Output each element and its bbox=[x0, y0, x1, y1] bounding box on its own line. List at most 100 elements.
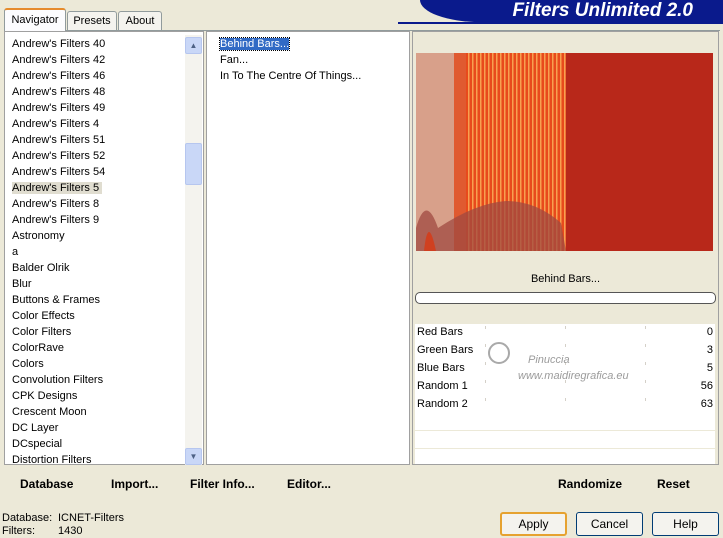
category-item-label: Andrew's Filters 51 bbox=[12, 134, 106, 146]
category-item[interactable]: Andrew's Filters 4 bbox=[5, 116, 185, 132]
parameter-slider-row[interactable]: Random 2 63 bbox=[415, 396, 715, 414]
reset-link[interactable]: Reset bbox=[657, 477, 690, 491]
watermark: Pinuccia www.maidiregrafica.eu bbox=[488, 342, 629, 386]
tab-about[interactable]: About bbox=[118, 11, 162, 30]
parameter-name: Random 1 bbox=[417, 380, 468, 392]
filter-item[interactable]: Fan... bbox=[207, 52, 407, 68]
parameter-name: Green Bars bbox=[417, 344, 474, 356]
app-banner: Filters Unlimited 2.0 bbox=[420, 0, 723, 22]
filter-list-panel: Behind Bars... Fan... In To The Centre Of … bbox=[206, 31, 410, 465]
category-item[interactable]: CPK Designs bbox=[5, 388, 185, 404]
category-item[interactable]: Color Filters bbox=[5, 324, 185, 340]
parameter-slider-row[interactable]: Red Bars 0 bbox=[415, 324, 715, 342]
parameter-value: 63 bbox=[700, 398, 713, 410]
scroll-up-icon[interactable]: ▲ bbox=[185, 37, 202, 54]
category-item-label: Crescent Moon bbox=[12, 406, 87, 418]
category-item[interactable]: Andrew's Filters 49 bbox=[5, 100, 185, 116]
editor-link[interactable]: Editor... bbox=[287, 477, 331, 491]
category-item[interactable]: Astronomy bbox=[5, 228, 185, 244]
category-item[interactable]: Convolution Filters bbox=[5, 372, 185, 388]
category-item[interactable]: Andrew's Filters 48 bbox=[5, 84, 185, 100]
slider-tick bbox=[485, 380, 486, 383]
database-link[interactable]: Database bbox=[20, 477, 73, 491]
category-item[interactable]: Distortion Filters bbox=[5, 452, 185, 468]
category-list: Andrew's Filters 40 Andrew's Filters 42 An… bbox=[5, 36, 185, 468]
category-item[interactable]: Andrew's Filters 5 bbox=[5, 180, 185, 196]
help-button[interactable]: Help bbox=[652, 512, 719, 536]
slider-tick bbox=[645, 362, 646, 365]
category-item-label: a bbox=[12, 246, 19, 258]
slider-tick bbox=[565, 398, 566, 401]
filter-item-label: In To The Centre Of Things... bbox=[220, 70, 362, 82]
category-item-label: Colors bbox=[12, 358, 44, 370]
category-item-label: Balder Olrik bbox=[12, 262, 70, 274]
parameter-name: Random 2 bbox=[417, 398, 468, 410]
tab-presets[interactable]: Presets bbox=[67, 11, 117, 30]
category-item-label: Andrew's Filters 40 bbox=[12, 38, 106, 50]
database-status-value: ICNET-Filters bbox=[58, 512, 124, 524]
category-item[interactable]: Buttons & Frames bbox=[5, 292, 185, 308]
category-item-label: DCspecial bbox=[12, 438, 63, 450]
category-item[interactable]: Colors bbox=[5, 356, 185, 372]
empty-param-row bbox=[415, 413, 715, 431]
filter-item-label: Behind Bars... bbox=[218, 37, 291, 51]
scroll-thumb[interactable] bbox=[185, 143, 202, 185]
category-item[interactable]: a bbox=[5, 244, 185, 260]
parameter-value: 0 bbox=[706, 326, 713, 338]
category-item[interactable]: Color Effects bbox=[5, 308, 185, 324]
category-item[interactable]: Andrew's Filters 46 bbox=[5, 68, 185, 84]
category-item[interactable]: Blur bbox=[5, 276, 185, 292]
preview-filter-title: Behind Bars... bbox=[530, 273, 601, 285]
category-item[interactable]: Andrew's Filters 42 bbox=[5, 52, 185, 68]
slider-tick bbox=[485, 326, 486, 329]
cancel-button[interactable]: Cancel bbox=[576, 512, 643, 536]
filter-info-link[interactable]: Filter Info... bbox=[190, 477, 255, 491]
category-item-label: Buttons & Frames bbox=[12, 294, 101, 306]
category-item-label: CPK Designs bbox=[12, 390, 78, 402]
slider-tick bbox=[645, 344, 646, 347]
tab-navigator[interactable]: Navigator bbox=[4, 8, 66, 31]
empty-param-row bbox=[415, 431, 715, 449]
import-link[interactable]: Import... bbox=[111, 477, 158, 491]
slider-tick bbox=[565, 326, 566, 329]
parameter-value: 3 bbox=[706, 344, 713, 356]
watermark-logo-icon bbox=[488, 342, 510, 364]
filter-item-label: Fan... bbox=[220, 54, 249, 66]
category-scrollbar[interactable]: ▲ ▼ bbox=[185, 35, 202, 465]
category-item[interactable]: Balder Olrik bbox=[5, 260, 185, 276]
watermark-name: Pinuccia bbox=[528, 354, 570, 366]
category-item[interactable]: Crescent Moon bbox=[5, 404, 185, 420]
filter-item[interactable]: In To The Centre Of Things... bbox=[207, 68, 407, 84]
category-item[interactable]: Andrew's Filters 54 bbox=[5, 164, 185, 180]
category-item[interactable]: DCspecial bbox=[5, 436, 185, 452]
category-item-label: Andrew's Filters 42 bbox=[12, 54, 106, 66]
parameter-value: 56 bbox=[700, 380, 713, 392]
filter-list: Behind Bars... Fan... In To The Centre Of … bbox=[207, 36, 407, 84]
category-item-label: Andrew's Filters 48 bbox=[12, 86, 106, 98]
category-item[interactable]: DC Layer bbox=[5, 420, 185, 436]
category-item[interactable]: Andrew's Filters 51 bbox=[5, 132, 185, 148]
category-item-label: Andrew's Filters 52 bbox=[12, 150, 106, 162]
filters-status-value: 1430 bbox=[58, 525, 83, 537]
filter-item[interactable]: Behind Bars... bbox=[207, 36, 407, 52]
category-item[interactable]: ColorRave bbox=[5, 340, 185, 356]
category-item-label: DC Layer bbox=[12, 422, 59, 434]
slider-tick bbox=[485, 362, 486, 365]
watermark-url: www.maidiregrafica.eu bbox=[518, 370, 629, 382]
filters-status-label: Filters: bbox=[2, 525, 35, 537]
database-status-label: Database: bbox=[2, 512, 53, 524]
slider-tick bbox=[645, 380, 646, 383]
category-item-label: Andrew's Filters 46 bbox=[12, 70, 106, 82]
randomize-link[interactable]: Randomize bbox=[558, 477, 622, 491]
category-item-label: Andrew's Filters 49 bbox=[12, 102, 106, 114]
category-item-label: Blur bbox=[12, 278, 32, 290]
category-item[interactable]: Andrew's Filters 52 bbox=[5, 148, 185, 164]
category-item[interactable]: Andrew's Filters 8 bbox=[5, 196, 185, 212]
category-item-label: Andrew's Filters 5 bbox=[12, 182, 103, 194]
apply-button[interactable]: Apply bbox=[500, 512, 567, 536]
category-item[interactable]: Andrew's Filters 40 bbox=[5, 36, 185, 52]
category-item-label: Color Effects bbox=[12, 310, 75, 322]
scroll-down-icon[interactable]: ▼ bbox=[185, 448, 202, 465]
category-item[interactable]: Andrew's Filters 9 bbox=[5, 212, 185, 228]
category-item-label: Andrew's Filters 9 bbox=[12, 214, 100, 226]
